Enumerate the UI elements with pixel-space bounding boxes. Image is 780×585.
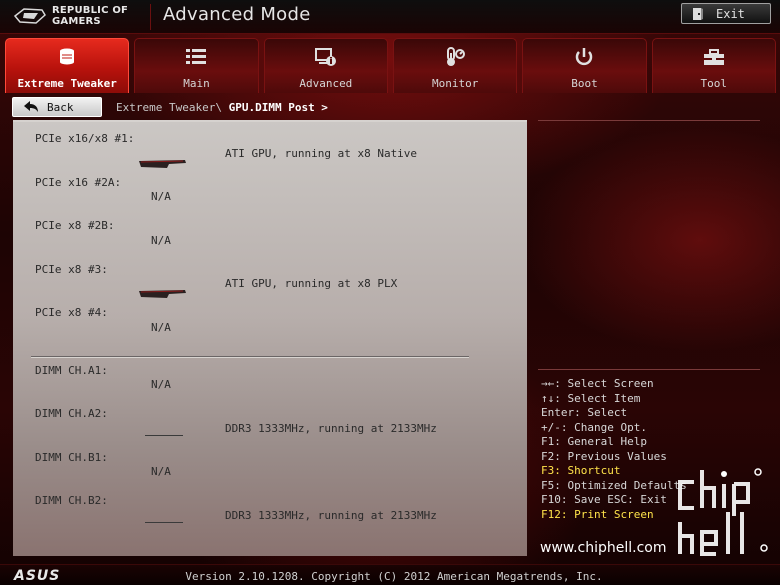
key-help-item: ↑↓: Select Item — [541, 391, 641, 405]
pcie-slot-value: N/A — [151, 321, 171, 334]
tab-label: Advanced — [299, 77, 353, 90]
back-label: Back — [47, 100, 74, 114]
key-help-print-screen[interactable]: F12: Print Screen — [541, 508, 687, 523]
brand-text: REPUBLIC OF GAMERS — [52, 5, 128, 27]
key-help-item: F10: Save ESC: Exit — [541, 493, 667, 506]
dimm-slot-label: DIMM CH.A2: — [35, 407, 108, 420]
pcie-slot-label: PCIe x8 #3: — [35, 263, 108, 276]
advanced-icon — [314, 48, 336, 66]
key-help-item: F1: General Help — [541, 435, 647, 448]
dimm-slot-value: N/A — [151, 378, 171, 391]
help-divider-top — [538, 120, 760, 121]
tab-tool[interactable]: Tool — [651, 38, 776, 93]
tab-monitor[interactable]: Monitor — [392, 38, 518, 93]
back-arrow-icon — [24, 101, 38, 112]
watermark-text: www.chiphell.com — [540, 540, 667, 556]
rog-eye-icon — [14, 8, 46, 24]
pcie-slot-label: PCIe x16/x8 #1: — [35, 132, 135, 145]
pcie-slot-label: PCIe x16 #2A: — [35, 176, 122, 189]
key-help-list: →←: Select Screen ↑↓: Select Item Enter:… — [541, 377, 687, 522]
rog-logo: REPUBLIC OF GAMERS — [14, 4, 144, 30]
main-tabs: Extreme Tweaker Main Advanced Monitor Bo… — [5, 38, 776, 93]
dimm-slot-description: DDR3 1333MHz, running at 2133MHz — [225, 509, 437, 522]
breadcrumb: Extreme Tweaker\ GPU.DIMM Post > — [116, 101, 328, 114]
dimm-slot-label: DIMM CH.B2: — [35, 494, 108, 507]
thermometer-icon — [447, 47, 466, 66]
navigation-row: Back Extreme Tweaker\ GPU.DIMM Post > — [0, 93, 780, 119]
back-button[interactable]: Back — [12, 97, 102, 117]
top-bar: REPUBLIC OF GAMERS Advanced Mode Exit — [0, 0, 780, 34]
dimm-slot-value: N/A — [151, 465, 171, 478]
key-help-item: F5: Optimized Defaults — [541, 478, 687, 492]
key-help-item: F2: Previous Values — [541, 449, 667, 463]
dimm-slot-label: DIMM CH.B1: — [35, 451, 108, 464]
pcie-slot-description: ATI GPU, running at x8 Native — [225, 147, 418, 160]
tab-label: Boot — [571, 77, 598, 90]
gpu-card-icon — [139, 290, 186, 298]
dimm-slot-description: DDR3 1333MHz, running at 2133MHz — [225, 422, 437, 435]
page-title: Advanced Mode — [163, 4, 311, 25]
pcie-slot-value: N/A — [151, 234, 171, 247]
key-help-item: →←: Select Screen — [541, 377, 654, 390]
tab-boot[interactable]: Boot — [522, 38, 647, 93]
section-divider — [31, 356, 469, 357]
gpu-card-icon — [139, 160, 186, 168]
tweaker-icon — [60, 48, 75, 65]
dimm-slot-label: DIMM CH.A1: — [35, 364, 108, 377]
gpu-dimm-post-panel: PCIe x16/x8 #1: ATI GPU, running at x8 N… — [13, 120, 527, 556]
tab-label: Tool — [700, 77, 728, 90]
brand-line-2: GAMERS — [52, 16, 101, 27]
pcie-slot-value: N/A — [151, 190, 171, 203]
help-divider-middle — [538, 369, 760, 370]
key-help-item: +/-: Change Opt. — [541, 420, 647, 434]
pcie-slot-label: PCIe x8 #4: — [35, 306, 108, 319]
tab-label: Extreme Tweaker — [17, 77, 117, 90]
pcie-slot-label: PCIe x8 #2B: — [35, 219, 115, 232]
dimm-empty-value — [145, 522, 183, 523]
brand-line-1: REPUBLIC OF — [52, 5, 129, 16]
tab-advanced[interactable]: Advanced — [263, 38, 388, 93]
tab-extreme-tweaker[interactable]: Extreme Tweaker — [5, 38, 130, 93]
header-divider — [150, 4, 151, 30]
exit-label: Exit — [716, 6, 745, 21]
version-text: Version 2.10.1208. Copyright (C) 2012 Am… — [185, 570, 603, 583]
list-icon — [186, 49, 207, 64]
exit-button[interactable]: Exit — [681, 3, 771, 24]
power-icon — [576, 48, 593, 66]
toolbox-icon — [703, 49, 724, 65]
tab-main[interactable]: Main — [134, 38, 259, 93]
exit-door-icon — [693, 7, 703, 20]
dimm-empty-value — [145, 435, 183, 436]
tab-label: Monitor — [431, 77, 479, 90]
tab-label: Main — [183, 77, 210, 90]
breadcrumb-parent[interactable]: Extreme Tweaker\ — [116, 101, 222, 114]
pcie-slot-description: ATI GPU, running at x8 PLX — [225, 277, 398, 290]
chiphell-logo — [678, 468, 768, 556]
breadcrumb-current: GPU.DIMM Post > — [228, 101, 328, 114]
key-help-item: Enter: Select — [541, 406, 628, 419]
key-help-shortcut[interactable]: F3: Shortcut — [541, 464, 687, 479]
footer: ASUS Version 2.10.1208. Copyright (C) 20… — [0, 564, 780, 585]
